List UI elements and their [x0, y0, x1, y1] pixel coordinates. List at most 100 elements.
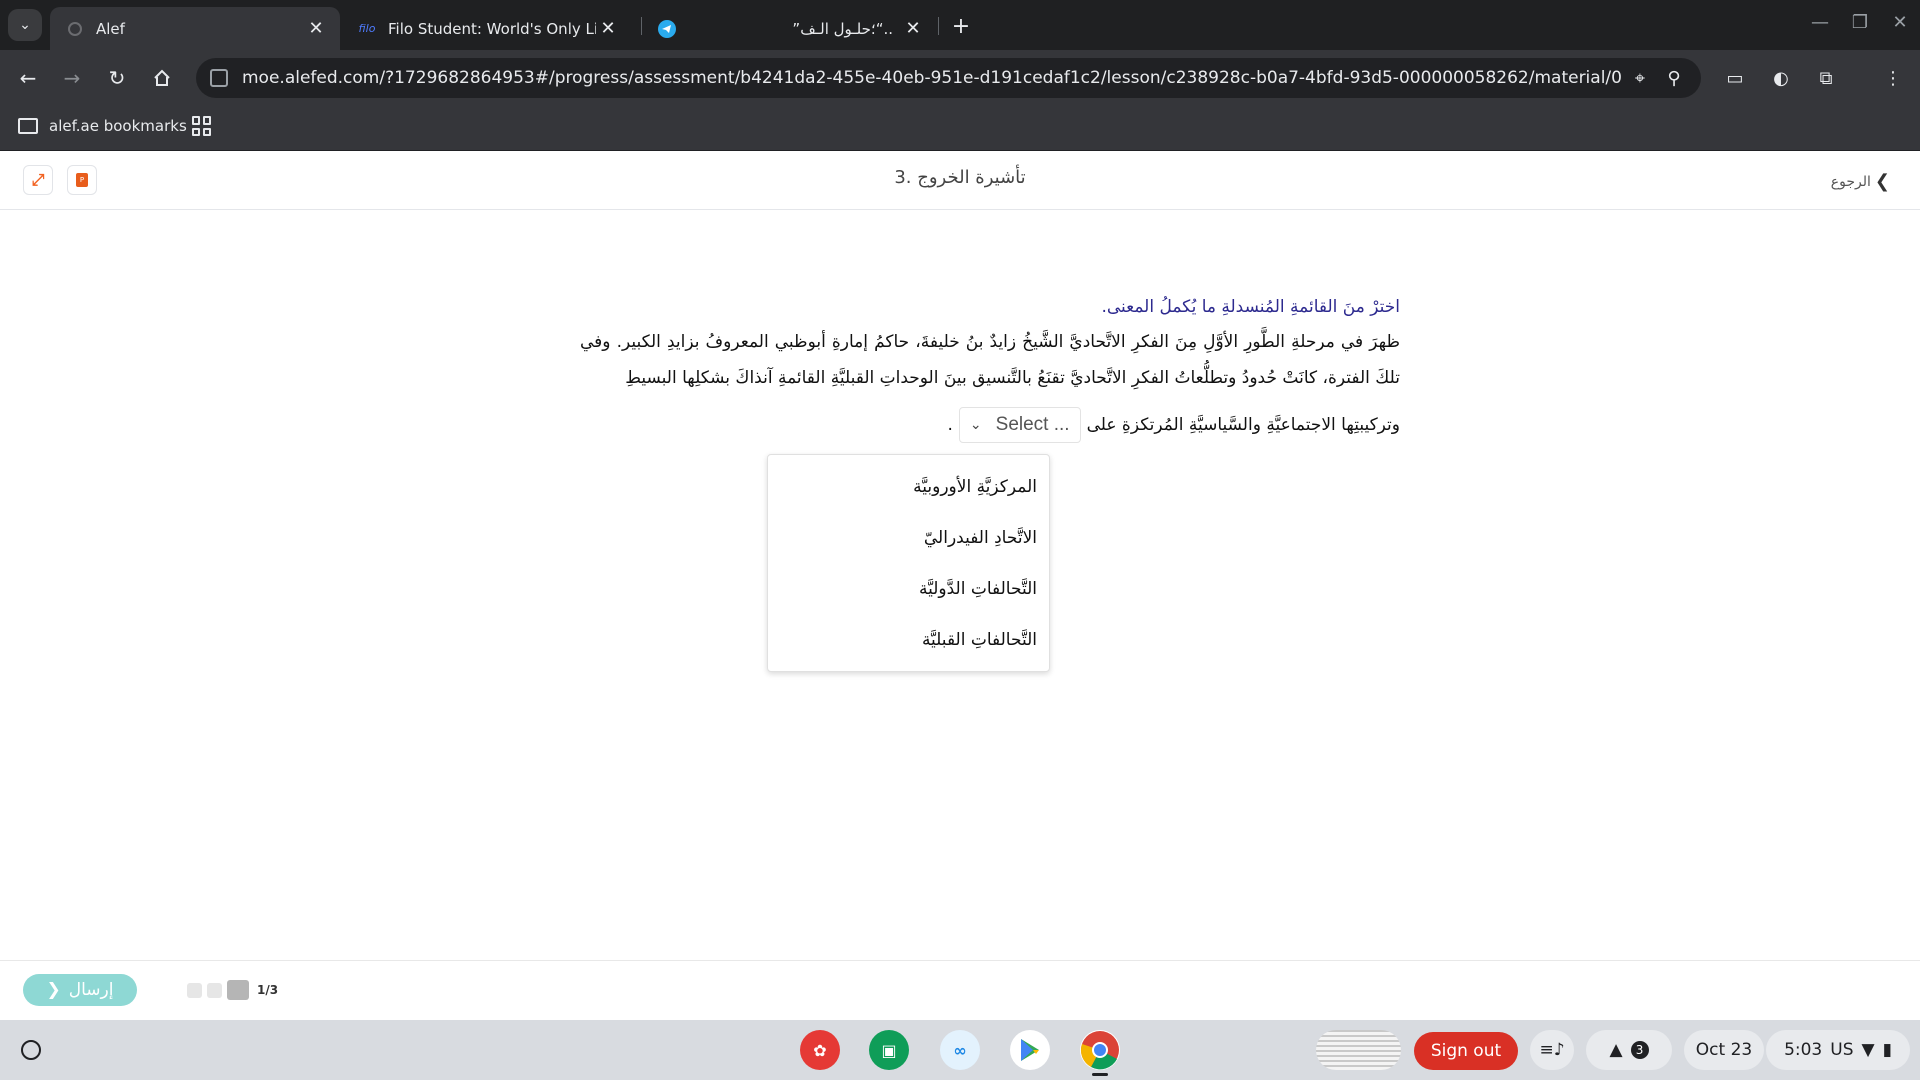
play-store-icon[interactable] [1010, 1030, 1050, 1070]
arrow-right-icon: → [63, 66, 81, 90]
extension-circle-icon: ◐ [1773, 67, 1789, 89]
warning-icon: ▲ [1609, 1040, 1623, 1060]
minimize-button[interactable]: — [1807, 12, 1833, 33]
tab-search-button[interactable]: ⌄ [8, 9, 42, 41]
system-shelf: ✿ ▣ ∞ Sign out ≡♪ ▲ 3 Oct 23 5:03 US ▼ ▮ [0, 1020, 1920, 1080]
progress-dot[interactable] [207, 982, 222, 998]
answer-dropdown: المركزيَّةِ الأوروبيَّة الاتَّحادِ الفيد… [767, 454, 1050, 672]
back-link[interactable]: ❯ الرجوع [1831, 171, 1890, 192]
sync-app-icon[interactable]: ∞ [940, 1030, 980, 1070]
chevron-down-icon: ⌄ [19, 17, 31, 33]
reload-button[interactable]: ↻ [102, 63, 132, 93]
bookmarks-bar: alef.ae bookmarks [0, 106, 1920, 151]
answer-select[interactable]: ⌄ Select ... [958, 407, 1081, 443]
address-bar[interactable]: moe.alefed.com/?1729682864953#/progress/… [196, 58, 1701, 98]
extensions-button[interactable]: ⧉ [1811, 64, 1841, 92]
restore-button[interactable]: ❐ [1847, 12, 1873, 33]
media-controls-button[interactable]: ≡♪ [1530, 1030, 1574, 1070]
lesson-header: ⤢ P 3. تأشيرة الخروج ❯ الرجوع [0, 151, 1920, 210]
plus-icon: + [951, 13, 971, 39]
tab-alef[interactable]: Alef ✕ [50, 7, 340, 50]
telegram-favicon-icon [658, 19, 676, 38]
folder-icon [18, 118, 38, 134]
notification-count: 3 [1630, 1041, 1649, 1059]
apps-grid-icon[interactable] [192, 116, 212, 136]
alef-favicon-icon [66, 20, 84, 38]
question-progress: 1/3 [187, 980, 278, 1000]
progress-count: 1/3 [257, 983, 279, 997]
dropdown-option[interactable]: التَّحالفاتِ الدَّوليَّة [768, 563, 1049, 614]
forward-button[interactable]: → [57, 63, 87, 93]
dropdown-option[interactable]: الاتَّحادِ الفيدراليّ [768, 512, 1049, 563]
progress-dot[interactable] [187, 982, 202, 998]
fullscreen-button[interactable]: ⤢ [23, 165, 53, 195]
url-text[interactable]: moe.alefed.com/?1729682864953#/progress/… [242, 68, 1623, 88]
art-app-icon[interactable]: ✿ [800, 1030, 840, 1070]
question-line-text: وتركيبتِها الاجتماعيَّةِ والسَّياسيَّةِ … [1086, 415, 1400, 435]
cast-icon: ▭ [1726, 67, 1744, 89]
new-tab-button[interactable]: + [947, 12, 975, 40]
minimize-icon: — [1811, 12, 1829, 33]
question-line: وتركيبتِها الاجتماعيَّةِ والسَّياسيَّةِ … [580, 407, 1400, 443]
dropdown-option[interactable]: المركزيَّةِ الأوروبيَّة [768, 461, 1049, 512]
running-app-indicator [1092, 1073, 1108, 1076]
close-window-button[interactable]: ✕ [1887, 12, 1913, 33]
menu-button[interactable]: ⋮ [1878, 64, 1908, 92]
home-icon [154, 69, 170, 86]
restore-icon: ❐ [1851, 12, 1869, 33]
close-icon[interactable]: ✕ [901, 17, 925, 41]
browser-tabstrip: ⌄ Alef ✕ filo Filo Student: World's Only… [0, 0, 1920, 50]
home-button[interactable] [147, 63, 177, 93]
presentation-button[interactable]: P [67, 165, 97, 195]
back-button[interactable]: ← [13, 63, 43, 93]
arrow-left-icon: ← [19, 66, 37, 90]
lesson-footer: إرسال ❮ 1/3 [0, 960, 1920, 1020]
filo-favicon-icon: filo [358, 22, 376, 35]
select-placeholder: Select ... [995, 414, 1070, 435]
location-icon[interactable]: ⌖ [1623, 68, 1657, 89]
playlist-icon: ≡♪ [1539, 1040, 1565, 1060]
time-text: 5:03 [1784, 1040, 1823, 1060]
classroom-icon[interactable]: ▣ [869, 1030, 909, 1070]
tab-title: ”؛حلـول الـف“.. [792, 19, 893, 38]
launcher-icon[interactable] [21, 1040, 41, 1060]
question-block: اخترْ منَ القائمةِ المُنسدلةِ ما يُكملُ … [580, 290, 1400, 396]
tab-filo[interactable]: filo Filo Student: World's Only Live I ✕ [342, 7, 632, 50]
close-icon[interactable]: ✕ [596, 17, 620, 41]
bookmark-folder-label: alef.ae bookmarks [49, 117, 187, 135]
progress-dot-current[interactable] [227, 980, 249, 1000]
close-icon[interactable]: ✕ [304, 17, 328, 41]
puzzle-icon: ⧉ [1819, 67, 1833, 89]
reload-icon: ↻ [108, 66, 126, 90]
question-line-period: . [947, 415, 953, 435]
tab-telegram[interactable]: ”؛حلـول الـف“.. ✕ [642, 7, 937, 50]
notifications-button[interactable]: ▲ 3 [1586, 1030, 1672, 1070]
submit-label: إرسال [68, 980, 114, 1000]
wifi-icon: ▼ [1861, 1040, 1875, 1060]
status-tray[interactable]: 5:03 US ▼ ▮ [1766, 1030, 1910, 1070]
chrome-icon[interactable] [1080, 1030, 1120, 1070]
page-title: 3. تأشيرة الخروج [894, 167, 1026, 188]
locale-text: US [1830, 1040, 1854, 1060]
date-text: Oct 23 [1695, 1040, 1753, 1060]
date-button[interactable]: Oct 23 [1684, 1030, 1764, 1070]
cast-button[interactable]: ▭ [1720, 64, 1750, 92]
submit-button[interactable]: إرسال ❮ [23, 974, 137, 1006]
bookmark-folder[interactable]: alef.ae bookmarks [18, 117, 187, 135]
question-instruction: اخترْ منَ القائمةِ المُنسدلةِ ما يُكملُ … [1101, 297, 1400, 317]
chevron-right-icon: ❯ [1874, 171, 1890, 192]
user-avatar[interactable] [1316, 1030, 1401, 1070]
browser-toolbar: ← → ↻ moe.alefed.com/?1729682864953#/pro… [0, 50, 1920, 106]
chevron-left-icon: ❮ [46, 980, 61, 1000]
zoom-icon[interactable]: ⚲ [1657, 68, 1691, 89]
expand-icon: ⤢ [31, 170, 45, 189]
site-info-icon[interactable] [210, 69, 228, 87]
back-label: الرجوع [1830, 173, 1871, 190]
battery-icon: ▮ [1882, 1040, 1892, 1060]
tab-separator [938, 17, 939, 35]
extension-button[interactable]: ◐ [1766, 64, 1796, 92]
dropdown-option[interactable]: التَّحالفاتِ القبليَّة [768, 614, 1049, 665]
chevron-down-icon: ⌄ [969, 417, 982, 433]
tab-title: Alef [96, 19, 125, 38]
sign-out-button[interactable]: Sign out [1414, 1032, 1518, 1070]
